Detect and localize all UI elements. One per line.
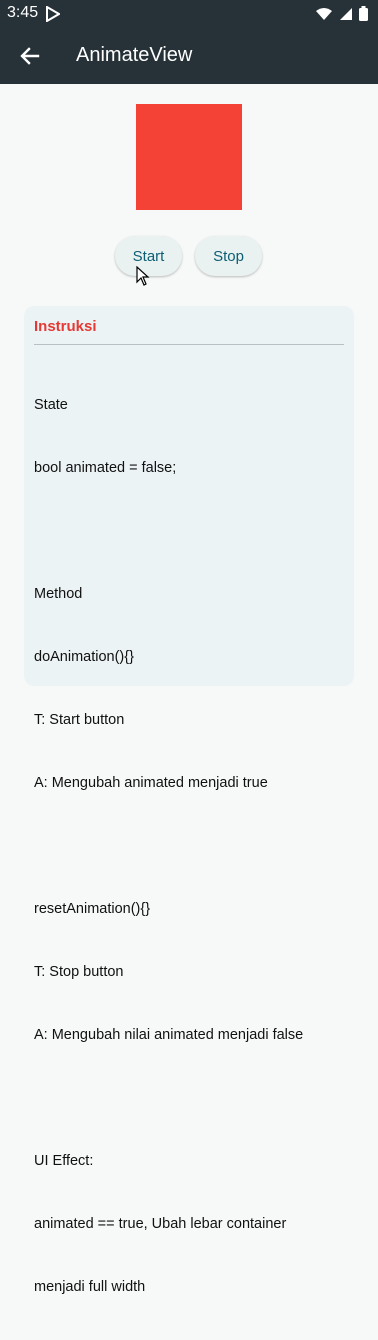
instruction-line: T: Start button xyxy=(34,712,125,728)
instruction-line xyxy=(34,836,344,857)
animated-container xyxy=(136,104,242,210)
status-icons xyxy=(315,6,368,26)
instruction-line: doAnimation(){} xyxy=(34,649,134,665)
instructions-card: Instruksi State bool animated = false; M… xyxy=(24,306,354,1295)
signal-icon xyxy=(339,7,353,26)
page-title: AnimateView xyxy=(76,44,193,66)
instruction-line xyxy=(34,1088,344,1109)
instruction-line xyxy=(34,521,344,542)
app-bar: AnimateView xyxy=(0,28,378,84)
instruction-line: UI Effect: xyxy=(34,1153,94,1169)
mouse-cursor-icon xyxy=(136,265,150,291)
status-time: 3:45 xyxy=(7,4,39,21)
stop-button[interactable]: Stop xyxy=(195,236,262,276)
instruction-line: A: Mengubah nilai animated menjadi false xyxy=(34,1027,304,1043)
instruction-line: bool animated = false; xyxy=(34,460,177,476)
divider xyxy=(34,344,344,345)
status-bar: 3:45 xyxy=(0,0,378,28)
play-store-icon xyxy=(46,5,61,27)
battery-icon xyxy=(359,6,368,26)
instruction-line: Method xyxy=(34,586,83,602)
instruction-line: A: Mengubah animated menjadi true xyxy=(34,775,268,791)
instructions-body: State bool animated = false; Method doAn… xyxy=(34,353,344,1340)
instructions-title: Instruksi xyxy=(34,318,97,335)
instruction-line: animated == true, Ubah lebar container xyxy=(34,1216,287,1232)
back-arrow-icon[interactable] xyxy=(18,44,42,68)
instruction-line: menjadi full width xyxy=(34,1279,146,1295)
wifi-icon xyxy=(315,7,333,26)
instruction-line: resetAnimation(){} xyxy=(34,901,151,917)
instruction-line: T: Stop button xyxy=(34,964,124,980)
instruction-line: State xyxy=(34,397,68,413)
